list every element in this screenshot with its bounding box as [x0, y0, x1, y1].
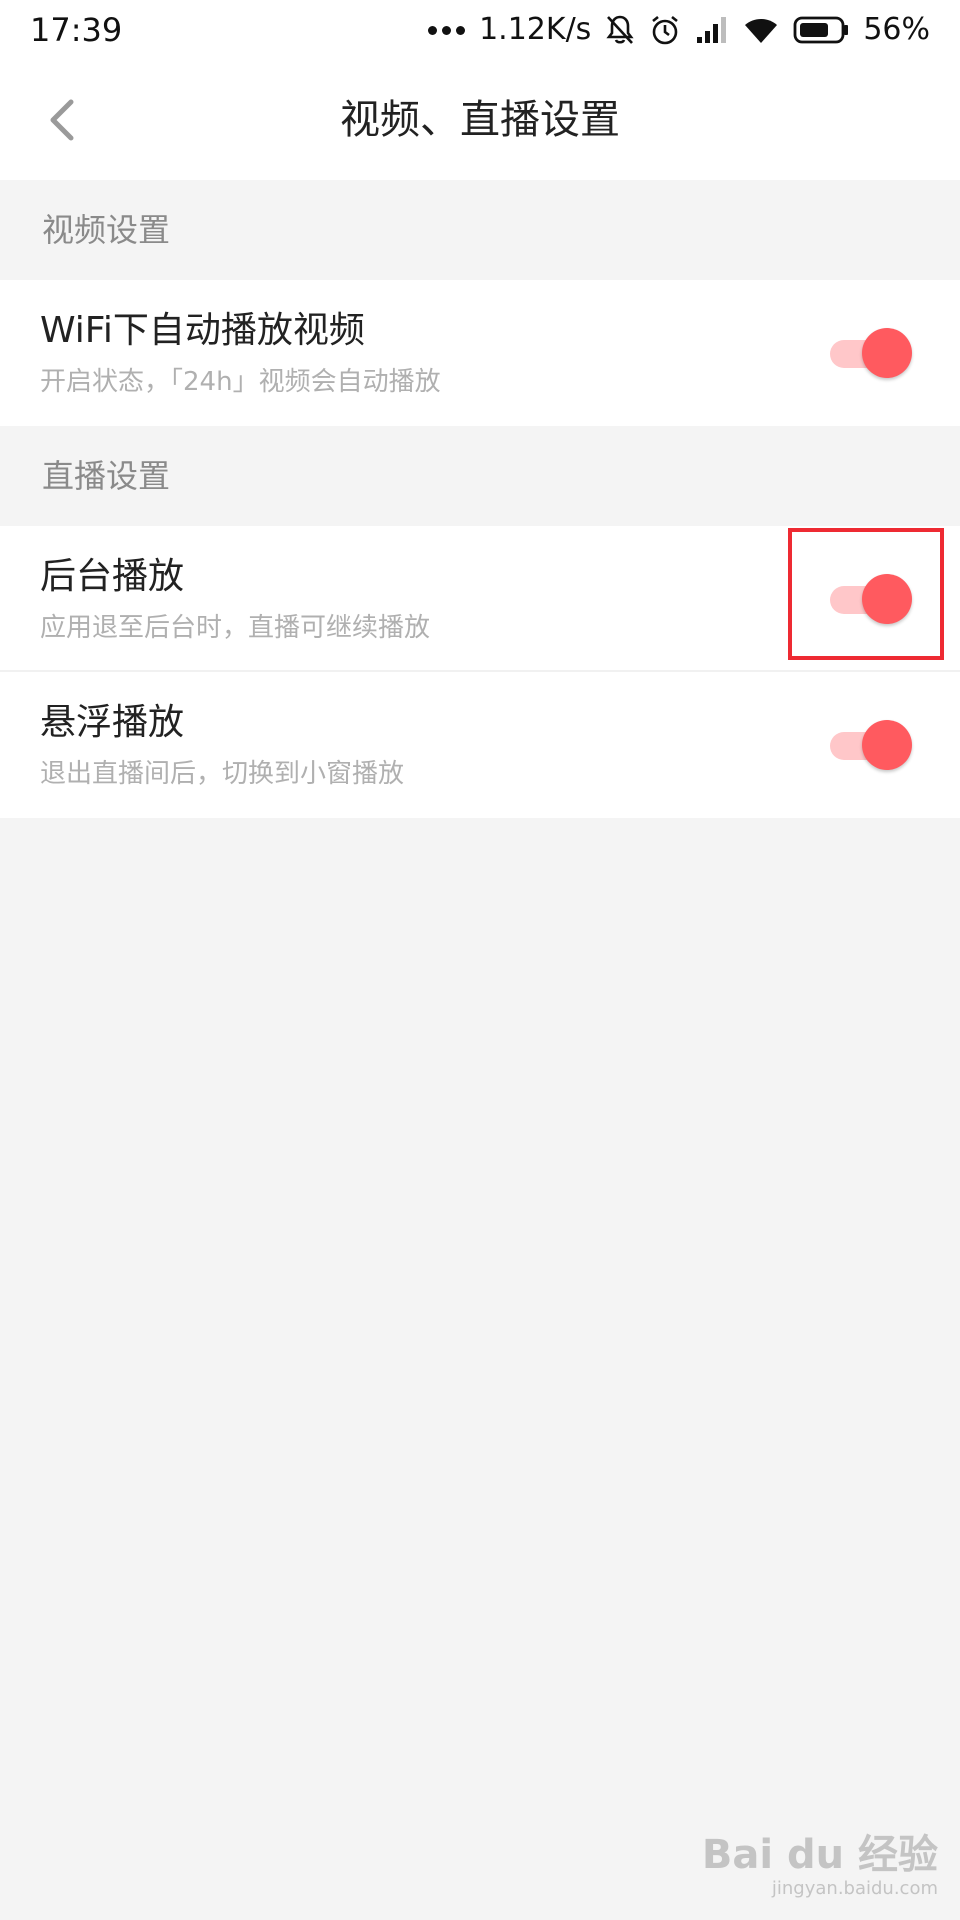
setting-title: 后台播放	[40, 556, 185, 597]
wifi-autoplay-toggle[interactable]	[830, 328, 912, 378]
signal-icon	[697, 17, 727, 43]
watermark: Bai du 经验 jingyan.baidu.com	[702, 1832, 938, 1900]
toggle-knob	[862, 720, 912, 770]
setting-row-floating-play: 悬浮播放 退出直播间后，切换到小窗播放	[0, 672, 960, 818]
title-bar: 视频、直播设置	[0, 60, 960, 180]
status-time: 17:39	[30, 11, 123, 49]
status-bar: 17:39 1.12K/s 56%	[0, 0, 960, 60]
bell-muted-icon	[606, 15, 634, 44]
section-header-label: 视频设置	[42, 211, 171, 249]
status-icons: 1.12K/s 56%	[409, 8, 930, 52]
battery-icon	[793, 16, 849, 44]
section-header-label: 直播设置	[42, 457, 171, 495]
page-title: 视频、直播设置	[340, 97, 620, 143]
setting-row-wifi-autoplay: WiFi下自动播放视频 开启状态，「24h」视频会自动播放	[0, 280, 960, 426]
watermark-url: jingyan.baidu.com	[771, 1878, 938, 1899]
highlight-annotation	[788, 528, 944, 660]
alarm-icon	[652, 15, 679, 45]
section-header-video: 视频设置	[0, 180, 960, 280]
setting-description: 退出直播间后，切换到小窗播放	[40, 759, 405, 789]
watermark-logo: Bai du 经验	[701, 1832, 938, 1878]
setting-description: 开启状态，「24h」视频会自动播放	[40, 367, 441, 397]
more-notifications-icon	[423, 25, 466, 35]
setting-title: WiFi下自动播放视频	[40, 310, 365, 351]
setting-description: 应用退至后台时，直播可继续播放	[40, 613, 431, 643]
floating-play-toggle[interactable]	[830, 720, 912, 770]
wifi-icon	[745, 19, 778, 43]
toggle-knob	[862, 328, 912, 378]
setting-title: 悬浮播放	[40, 702, 185, 743]
battery-percent: 56%	[863, 12, 930, 47]
section-header-live: 直播设置	[0, 426, 960, 526]
network-speed: 1.12K/s	[479, 12, 592, 47]
